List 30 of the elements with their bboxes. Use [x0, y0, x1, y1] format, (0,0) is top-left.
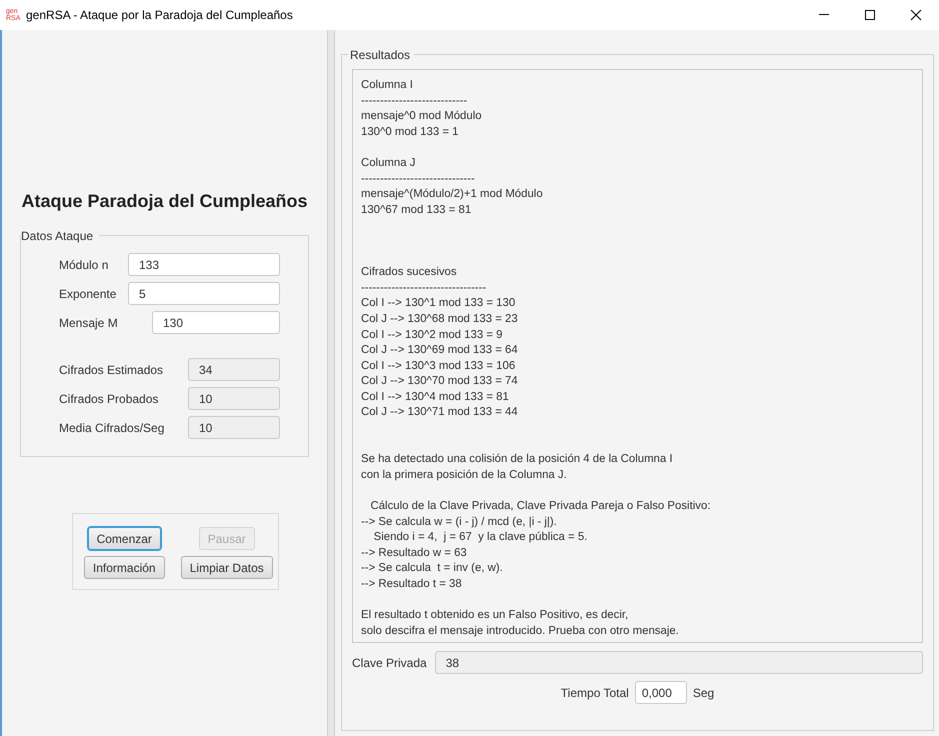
log-paragraph: Se ha detectado una colisión de la posición 4 de la Columna I con la primera posición de la Columna J. — [361, 452, 673, 483]
input-field[interactable]: 133 — [128, 253, 280, 276]
field-label: Exponente — [59, 286, 116, 302]
field-label: Media Cifrados/Seg — [59, 420, 164, 436]
output-field[interactable]: 34 — [188, 358, 280, 381]
log-paragraph: El resultado t obtenido es un Falso Positivo, es decir, solo descifra el mensaje introducido. Prueba con otro mensaje. — [361, 608, 679, 639]
close-icon[interactable] — [910, 9, 922, 21]
action-button[interactable]: Información — [84, 556, 165, 579]
output-field[interactable]: 38 — [434, 651, 923, 674]
field-label: Mensaje M — [59, 314, 118, 332]
action-button[interactable]: Limpiar Datos — [180, 556, 273, 579]
input-field[interactable]: 5 — [128, 282, 280, 305]
output-field[interactable]: 0,000 — [634, 681, 687, 704]
output-field[interactable]: 10 — [188, 416, 280, 439]
field-label: Tiempo Total — [560, 684, 629, 702]
panel-heading: Ataque Paradoja del Cumpleaños — [20, 190, 309, 213]
log-paragraph: Columna I ---------------------------- mensaje^0 mod Módulo 130^0 mod 133 = 1 — [361, 78, 482, 140]
window-title: genRSA - Ataque por la Paradoja del Cumpleaños — [26, 7, 294, 24]
field-label: Módulo n — [59, 256, 108, 274]
field-label: Cifrados Probados — [59, 390, 158, 408]
maximize-icon[interactable] — [864, 9, 876, 21]
action-button[interactable]: Comenzar — [88, 527, 161, 550]
log-paragraph: Cifrados sucesivos --------------------------------- Col I --> 130^1 mod 133 = 130 Col J --> 130^68 mod 133 = 23 Col I --> 130^2 mod 133 = 9 Col J --> 130^69 mod 133 = 64 Col I --> 130^3 mod 133 = 106 Col J --> 130^70 mod 133 = 74 Col I --> 130^4 mod 133 = 81 Col J --> 130^71 mod 133 = 44 — [361, 265, 518, 420]
log-paragraph: Columna J ------------------------------ mensaje^(Módulo/2)+1 mod Módulo 130^67 mod 133 = 81 — [361, 156, 543, 218]
log-paragraph: Cálculo de la Clave Privada, Clave Privada Pareja o Falso Positivo: --> Se calcula w = (i - j) / mcd (e, |i - j|). Siendo i = 4, j = 67 y la clave pública = 5. --> Resultado w = 63 --> Se calcula t = inv (e, w). --> Resultado t = 38 — [361, 499, 710, 592]
unit-label: Seg — [692, 684, 714, 702]
field-label: Clave Privada — [352, 654, 427, 672]
output-field[interactable]: 10 — [188, 387, 280, 410]
field-label: Cifrados Estimados — [59, 362, 164, 378]
input-field[interactable]: 130 — [152, 311, 280, 334]
